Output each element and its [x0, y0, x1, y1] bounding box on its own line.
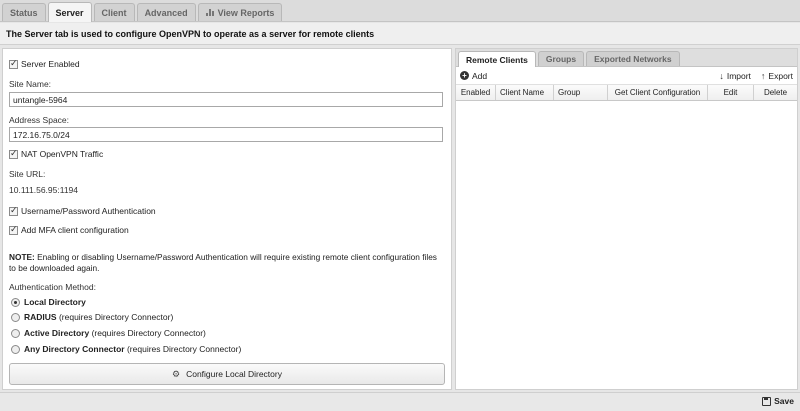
- save-button[interactable]: Save: [762, 396, 794, 406]
- export-label: Export: [768, 70, 793, 81]
- auth-any-directory-connector[interactable]: Any Directory Connector (requires Direct…: [11, 344, 241, 354]
- auth-option-name: Local Directory: [24, 297, 86, 307]
- column-header[interactable]: Get Client Configuration: [608, 85, 708, 100]
- mfa-row[interactable]: Add MFA client configuration: [9, 224, 129, 235]
- mfa-label: Add MFA client configuration: [21, 225, 129, 235]
- clients-grid-body: [456, 101, 797, 371]
- auth-option-suffix: (requires Directory Connector): [124, 344, 242, 354]
- plus-circle-icon: +: [460, 71, 469, 80]
- auth-active-directory-radio[interactable]: [11, 328, 20, 338]
- tab-label: Remote Clients: [466, 54, 528, 65]
- note-text: Enabling or disabling Username/Password …: [9, 252, 437, 273]
- address-space-input[interactable]: [9, 127, 443, 142]
- import-label: Import: [726, 70, 751, 81]
- tab-label: Advanced: [144, 7, 188, 18]
- auth-option-suffix: (requires Directory Connector): [89, 328, 206, 338]
- auth-local-directory-radio[interactable]: [11, 297, 20, 307]
- nat-row[interactable]: NAT OpenVPN Traffic: [9, 148, 104, 159]
- tab-server[interactable]: Server: [47, 2, 92, 22]
- server-tab-description: The Server tab is used to configure Open…: [0, 23, 800, 45]
- column-header[interactable]: Delete: [754, 85, 797, 100]
- bar-chart-icon: [205, 9, 215, 16]
- auth-active-directory[interactable]: Active Directory (requires Directory Con…: [11, 328, 206, 338]
- auth-any-directory-connector-radio[interactable]: [11, 344, 20, 354]
- tab-status[interactable]: Status: [2, 3, 46, 21]
- mfa-checkbox[interactable]: [9, 224, 18, 235]
- userpass-note: NOTE: Enabling or disabling Username/Pas…: [9, 252, 445, 274]
- configure-local-directory-button[interactable]: ⚙ Configure Local Directory: [9, 363, 445, 385]
- tab-label: Groups: [545, 54, 577, 64]
- add-client-button[interactable]: + Add: [460, 71, 487, 81]
- gear-icon: ⚙: [172, 368, 181, 379]
- clients-toolbar: + Add ↓ Import ↑ Export: [456, 67, 797, 85]
- tab-remote-clients[interactable]: Remote Clients: [458, 51, 536, 67]
- site-url-value: 10.111.56.95:1194: [9, 185, 79, 195]
- tab-label: Server: [55, 7, 84, 18]
- import-button[interactable]: ↓ Import: [719, 71, 751, 81]
- server-enabled-row[interactable]: Server Enabled: [9, 58, 80, 69]
- add-label: Add: [472, 70, 488, 81]
- server-enabled-checkbox[interactable]: [9, 58, 18, 69]
- tab-view-reports[interactable]: View Reports: [197, 3, 283, 21]
- auth-method-label: Authentication Method:: [9, 282, 96, 292]
- arrow-up-icon: ↑: [760, 70, 766, 81]
- tab-label: Status: [10, 7, 38, 18]
- userpass-label: Username/Password Authentication: [21, 206, 156, 216]
- server-enabled-label: Server Enabled: [21, 59, 80, 69]
- site-name-label: Site Name:: [9, 79, 52, 89]
- tab-exported-networks[interactable]: Exported Networks: [586, 51, 680, 66]
- save-label: Save: [774, 396, 794, 406]
- auth-local-directory[interactable]: Local Directory: [11, 297, 86, 307]
- clients-tab-bar: Remote Clients Groups Exported Networks: [456, 49, 797, 67]
- tab-groups[interactable]: Groups: [537, 51, 585, 66]
- clients-grid-header: Enabled Client Name Group Get Client Con…: [456, 85, 797, 101]
- tab-client[interactable]: Client: [93, 3, 135, 21]
- userpass-row[interactable]: Username/Password Authentication: [9, 205, 156, 216]
- top-tab-bar: Status Server Client Advanced View Repor…: [0, 0, 800, 22]
- auth-radius[interactable]: RADIUS (requires Directory Connector): [11, 312, 173, 322]
- export-button[interactable]: ↑ Export: [761, 71, 793, 81]
- site-name-input[interactable]: [9, 92, 443, 107]
- column-header[interactable]: Edit: [708, 85, 754, 100]
- floppy-disk-icon: [762, 396, 772, 406]
- note-prefix: NOTE:: [9, 252, 35, 262]
- column-header[interactable]: Enabled: [456, 85, 496, 100]
- arrow-down-icon: ↓: [719, 70, 724, 81]
- auth-option-name: Active Directory: [24, 328, 90, 338]
- tab-label: View Reports: [217, 7, 275, 18]
- clients-panel: Remote Clients Groups Exported Networks …: [455, 48, 798, 390]
- auth-option-name: Any Directory Connector: [24, 344, 125, 354]
- footer-bar: Save: [0, 392, 800, 411]
- auth-option-name: RADIUS: [24, 312, 57, 322]
- auth-option-suffix: (requires Directory Connector): [56, 312, 174, 322]
- auth-radius-radio[interactable]: [11, 312, 20, 322]
- address-space-label: Address Space:: [9, 115, 70, 125]
- tab-advanced[interactable]: Advanced: [136, 3, 196, 21]
- column-header[interactable]: Client Name: [496, 85, 554, 100]
- site-url-label: Site URL:: [9, 169, 46, 179]
- userpass-checkbox[interactable]: [9, 205, 18, 216]
- nat-checkbox[interactable]: [9, 148, 18, 159]
- configure-button-label: Configure Local Directory: [186, 369, 282, 379]
- tab-label: Exported Networks: [594, 54, 672, 64]
- column-header[interactable]: Group: [554, 85, 608, 100]
- nat-label: NAT OpenVPN Traffic: [21, 149, 104, 159]
- server-settings-panel: Server Enabled Site Name: Address Space:…: [2, 48, 452, 390]
- tab-label: Client: [101, 7, 127, 18]
